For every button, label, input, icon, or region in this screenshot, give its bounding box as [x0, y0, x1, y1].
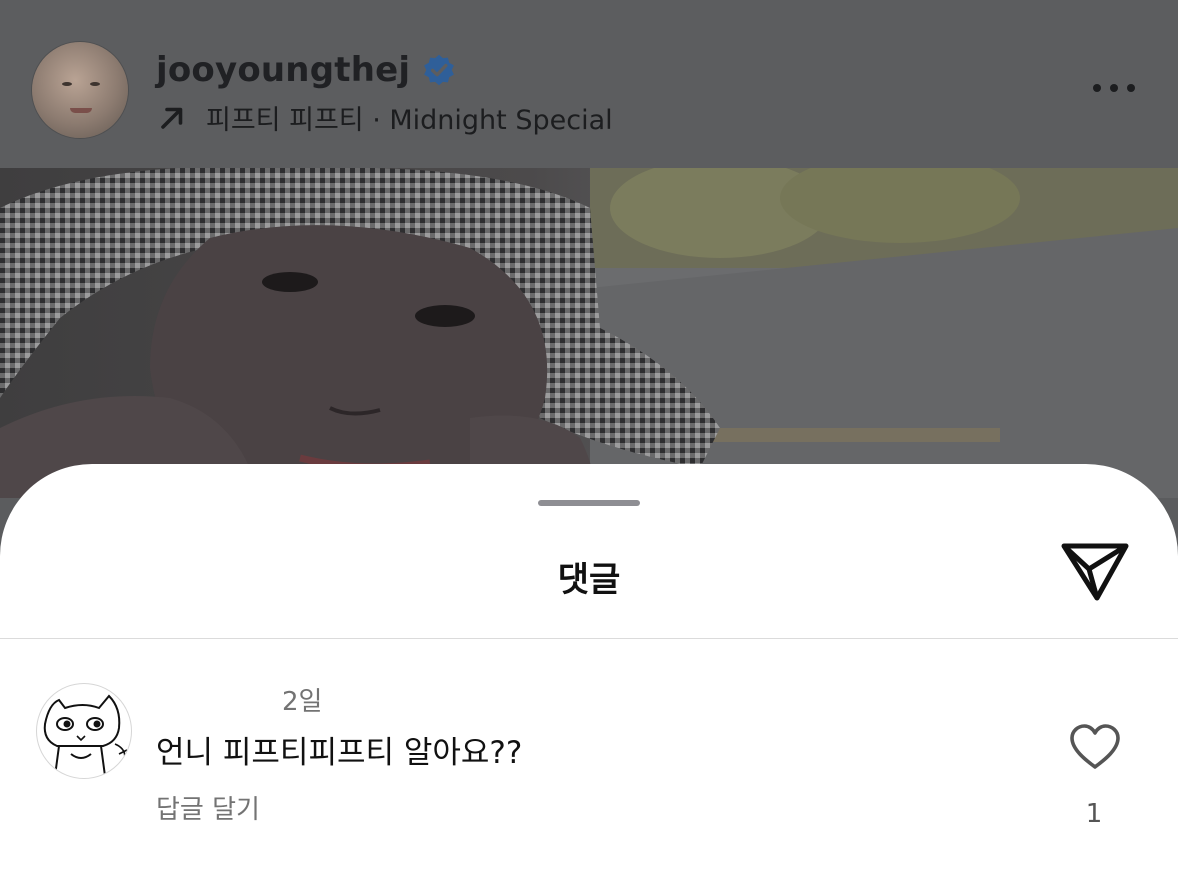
verified-badge-icon: [424, 54, 455, 86]
send-icon[interactable]: [1058, 540, 1132, 604]
sheet-grabber-handle[interactable]: [538, 500, 640, 506]
avatar-eye-left: [62, 82, 72, 86]
comment-item: 2일 언니 피프티피프티 알아요?? 답글 달기 1: [0, 639, 1178, 869]
screen: jooyoungthej 피프티 피프티 · Midnight Special: [0, 0, 1178, 878]
heart-outline-icon[interactable]: [1068, 723, 1122, 771]
like-count: 1: [1085, 799, 1103, 829]
cat-drawing-icon: [43, 694, 128, 777]
arrow-up-right-icon: [161, 107, 183, 129]
more-horizontal-icon[interactable]: [1090, 76, 1138, 100]
post-photo: [0, 168, 1178, 498]
username-row: jooyoungthej: [156, 50, 456, 90]
music-text: 피프티 피프티 · Midnight Special: [206, 105, 613, 136]
music-row[interactable]: 피프티 피프티 · Midnight Special: [158, 98, 613, 137]
post-username[interactable]: jooyoungthej: [156, 50, 410, 90]
avatar-mouth: [70, 108, 92, 113]
comment-timestamp: 2일: [282, 687, 323, 717]
post-author-avatar[interactable]: [32, 42, 128, 138]
reply-button[interactable]: 답글 달기: [156, 789, 260, 826]
avatar-eye-right: [90, 82, 100, 86]
post-header: jooyoungthej 피프티 피프티 · Midnight Special: [0, 0, 1178, 168]
photo-illustration: [0, 168, 1178, 498]
commenter-avatar[interactable]: [36, 683, 132, 779]
comments-sheet: 댓글 2일 언니 피프티피프티 알아요?? 답글 달기 1: [0, 464, 1178, 878]
sheet-title: 댓글: [557, 560, 621, 600]
comment-text: 언니 피프티피프티 알아요??: [156, 735, 523, 771]
